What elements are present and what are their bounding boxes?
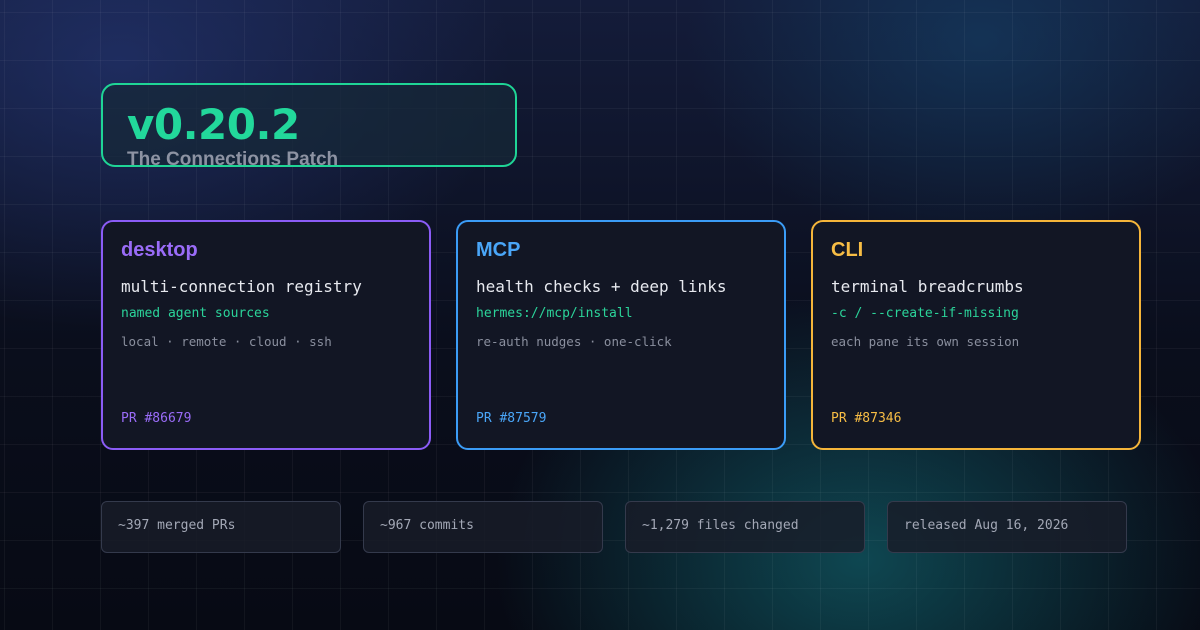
stat-label: ~967 commits: [380, 518, 474, 533]
stat-label: ~1,279 files changed: [642, 518, 799, 533]
card-headline: multi-connection registry: [121, 277, 362, 296]
card-note: re-auth nudges · one-click: [476, 334, 672, 349]
card-title: CLI: [831, 239, 864, 261]
card-pr-link[interactable]: PR #87579: [476, 411, 546, 427]
card-headline: health checks + deep links: [476, 277, 727, 296]
card-note: local · remote · cloud · ssh: [121, 334, 332, 349]
version-number: v0.20.2: [127, 100, 300, 149]
feature-card-cli: CLI terminal breadcrumbs -c / --create-i…: [811, 220, 1141, 450]
feature-card-mcp: MCP health checks + deep links hermes://…: [456, 220, 786, 450]
card-note: each pane its own session: [831, 334, 1020, 349]
stat-commits: ~967 commits: [363, 501, 603, 553]
stat-label: ~397 merged PRs: [118, 518, 236, 533]
card-title: desktop: [121, 239, 198, 261]
stat-label: released Aug 16, 2026: [904, 518, 1069, 533]
card-headline: terminal breadcrumbs: [831, 277, 1024, 296]
feature-card-desktop: desktop multi-connection registry named …: [101, 220, 431, 450]
card-detail: -c / --create-if-missing: [831, 306, 1019, 321]
stat-files-changed: ~1,279 files changed: [625, 501, 865, 553]
card-title: MCP: [476, 239, 521, 261]
stat-merged-prs: ~397 merged PRs: [101, 501, 341, 553]
card-detail: named agent sources: [121, 306, 270, 321]
card-pr-link[interactable]: PR #87346: [831, 411, 901, 427]
card-detail: hermes://mcp/install: [476, 306, 633, 321]
card-pr-link[interactable]: PR #86679: [121, 411, 191, 427]
patch-name: The Connections Patch: [127, 149, 339, 170]
version-badge: v0.20.2 The Connections Patch: [101, 83, 517, 170]
stat-release-date: released Aug 16, 2026: [887, 501, 1127, 553]
